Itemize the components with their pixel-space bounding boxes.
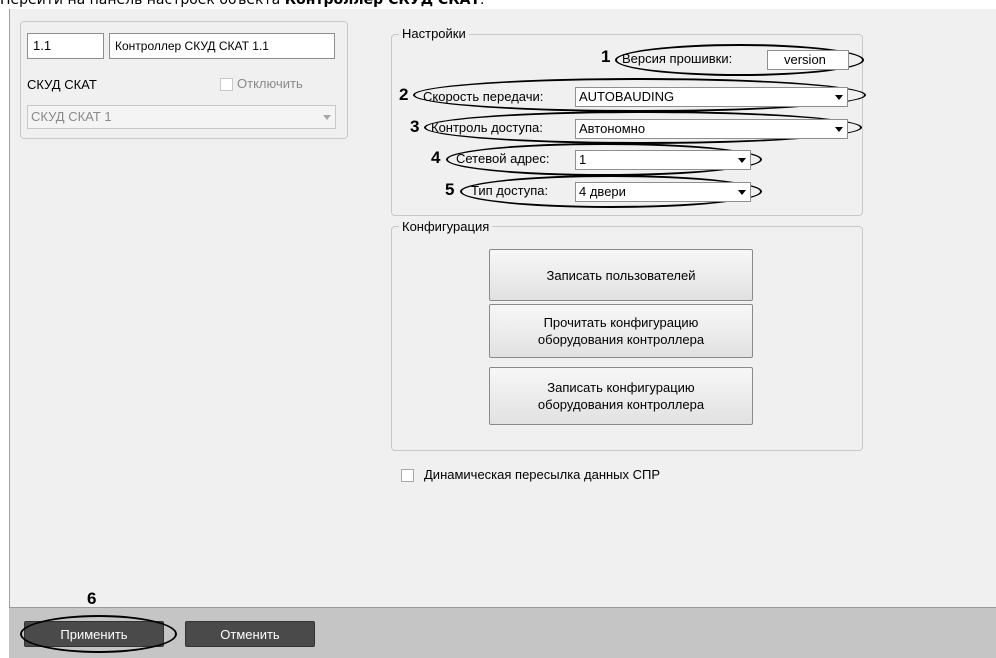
baud-select-value: AUTOBAUDING bbox=[579, 89, 675, 104]
write-users-button[interactable]: Записать пользователей bbox=[489, 249, 753, 301]
object-id-field[interactable]: 1.1 bbox=[27, 33, 104, 59]
access-control-label: Контроль доступа: bbox=[431, 120, 543, 135]
write-users-label: Записать пользователей bbox=[546, 267, 696, 283]
baud-label: Скорость передачи: bbox=[423, 89, 544, 104]
parent-select[interactable]: СКУД СКАТ 1 bbox=[27, 105, 336, 129]
read-config-button[interactable]: Прочитать конфигурацию оборудования конт… bbox=[489, 304, 753, 358]
caption-suffix: . bbox=[480, 0, 485, 8]
dynamic-forwarding-label: Динамическая пересылка данных СПР bbox=[424, 467, 661, 482]
settings-panel: 1.1 Контроллер СКУД СКАТ 1.1 СКУД СКАТ О… bbox=[9, 9, 996, 657]
caption-object: Контроллер СКУД СКАТ bbox=[284, 0, 481, 8]
write-config-label-2: оборудования контроллера bbox=[537, 397, 705, 412]
config-group-title: Конфигурация bbox=[399, 219, 493, 234]
read-config-label-1: Прочитать конфигурацию bbox=[543, 315, 699, 330]
callout-number-5: 5 bbox=[445, 180, 455, 199]
chevron-down-icon bbox=[831, 88, 847, 106]
callout-ellipse-6 bbox=[20, 615, 177, 653]
parent-select-value: СКУД СКАТ 1 bbox=[31, 109, 112, 124]
caption-prefix: Перейти на панель настроек объекта bbox=[0, 0, 285, 8]
dynamic-forwarding-checkbox[interactable] bbox=[401, 469, 414, 482]
settings-group-title: Настройки bbox=[399, 26, 469, 41]
firmware-label: Версия прошивки: bbox=[622, 51, 733, 66]
disable-label: Отключить bbox=[237, 76, 303, 91]
write-config-button[interactable]: Записать конфигурацию оборудования контр… bbox=[489, 367, 753, 425]
chevron-down-icon bbox=[319, 106, 335, 128]
callout-number-4: 4 bbox=[431, 148, 441, 167]
write-config-label-1: Записать конфигурацию bbox=[547, 380, 695, 395]
cancel-button[interactable]: Отменить bbox=[185, 621, 315, 647]
access-control-select[interactable]: Автономно bbox=[575, 119, 848, 139]
net-address-select-value: 1 bbox=[579, 152, 587, 167]
caption-text: Перейти на панель настроек объекта Контр… bbox=[0, 0, 996, 9]
net-address-label: Сетевой адрес: bbox=[456, 151, 550, 166]
access-control-select-value: Автономно bbox=[579, 121, 646, 136]
cancel-button-label: Отменить bbox=[220, 626, 280, 642]
callout-number-3: 3 bbox=[410, 117, 420, 136]
callout-number-2: 2 bbox=[399, 85, 409, 104]
chevron-down-icon bbox=[734, 151, 750, 169]
chevron-down-icon bbox=[831, 120, 847, 138]
access-type-label: Тип доступа: bbox=[471, 183, 549, 198]
net-address-select[interactable]: 1 bbox=[575, 150, 751, 170]
access-type-select[interactable]: 4 двери bbox=[575, 182, 751, 202]
access-type-select-value: 4 двери bbox=[579, 184, 626, 199]
object-name-field[interactable]: Контроллер СКУД СКАТ 1.1 bbox=[109, 33, 335, 59]
chevron-down-icon bbox=[734, 183, 750, 201]
parent-label: СКУД СКАТ bbox=[27, 77, 97, 92]
callout-number-6: 6 bbox=[87, 589, 97, 608]
read-config-label-2: оборудования контроллера bbox=[537, 332, 705, 347]
firmware-field: version bbox=[767, 50, 849, 70]
callout-number-1: 1 bbox=[601, 47, 611, 66]
baud-select[interactable]: AUTOBAUDING bbox=[575, 87, 848, 107]
disable-checkbox[interactable] bbox=[220, 78, 233, 91]
